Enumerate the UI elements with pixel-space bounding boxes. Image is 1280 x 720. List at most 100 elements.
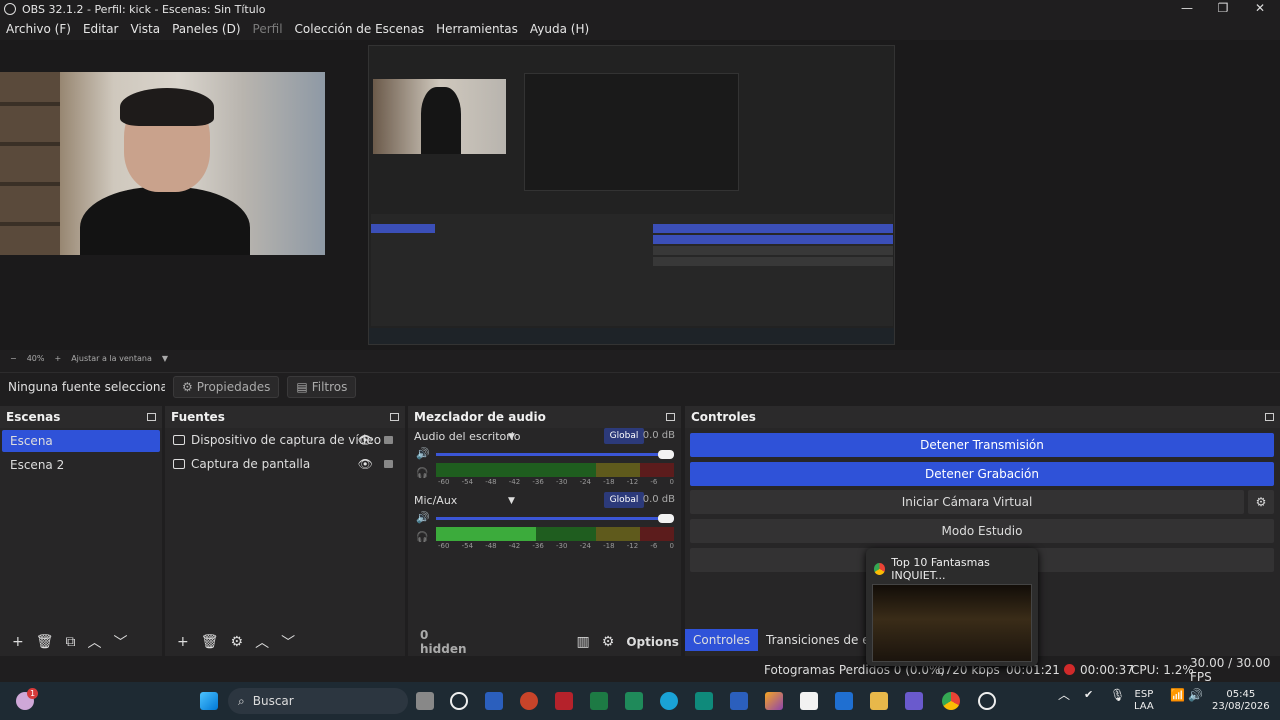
taskbar-preview-popup[interactable]: Top 10 Fantasmas INQUIET... bbox=[866, 548, 1038, 666]
edge-icon[interactable] bbox=[660, 692, 678, 710]
popout-icon[interactable] bbox=[666, 413, 675, 421]
task-view-icon[interactable] bbox=[416, 692, 434, 710]
lock-icon[interactable] bbox=[384, 436, 393, 444]
excel-icon[interactable] bbox=[590, 692, 608, 710]
chevron-down-icon[interactable]: ▼ bbox=[508, 432, 515, 442]
gear-icon[interactable]: ⚙ bbox=[1248, 490, 1274, 514]
start-virtual-camera-button[interactable]: Iniciar Cámara Virtual bbox=[690, 490, 1244, 514]
add-icon[interactable]: + bbox=[177, 634, 189, 650]
add-icon[interactable]: + bbox=[12, 634, 24, 650]
copilot-icon[interactable] bbox=[765, 692, 783, 710]
move-down-icon[interactable]: ﹀ bbox=[281, 632, 295, 652]
popout-icon[interactable] bbox=[390, 413, 399, 421]
acrobat-icon[interactable] bbox=[555, 692, 573, 710]
trash-icon[interactable]: 🗑 bbox=[36, 634, 54, 650]
zoom-in-button[interactable]: + bbox=[54, 354, 61, 363]
chrome-icon[interactable] bbox=[942, 692, 960, 710]
layout-icon[interactable]: ▥ bbox=[577, 634, 590, 650]
volume-slider[interactable] bbox=[436, 517, 674, 520]
filter-icon[interactable]: ⧉ bbox=[66, 634, 76, 650]
popout-icon[interactable] bbox=[1265, 413, 1274, 421]
lock-icon[interactable] bbox=[384, 460, 393, 468]
speaker-icon[interactable]: 🔊 bbox=[416, 511, 430, 524]
move-down-icon[interactable]: ﹀ bbox=[114, 632, 128, 652]
level-meter bbox=[436, 527, 674, 541]
store-icon[interactable] bbox=[800, 692, 818, 710]
volume-slider-handle[interactable] bbox=[658, 450, 674, 459]
settings-icon[interactable]: ⚙ bbox=[602, 634, 615, 650]
menu-herramientas[interactable]: Herramientas bbox=[436, 22, 518, 36]
folder-icon[interactable] bbox=[870, 692, 888, 710]
chevron-up-icon[interactable]: ︿ bbox=[1058, 689, 1070, 701]
status-bar: Fotogramas Perdidos 0 (0.0%) 6720 kbps 0… bbox=[0, 656, 1280, 684]
outlook-icon[interactable] bbox=[835, 692, 853, 710]
taskbar-search[interactable]: ⌕ Buscar bbox=[228, 688, 408, 714]
headphones-icon[interactable]: 🎧 bbox=[416, 468, 428, 479]
publisher-icon[interactable] bbox=[695, 692, 713, 710]
properties-button[interactable]: ⚙ Propiedades bbox=[173, 375, 280, 398]
minimize-button[interactable]: — bbox=[1169, 0, 1205, 18]
eye-icon[interactable]: 👁 bbox=[358, 433, 373, 447]
visio-icon[interactable] bbox=[730, 692, 748, 710]
word-icon[interactable] bbox=[485, 692, 503, 710]
zoom-out-button[interactable]: − bbox=[10, 354, 17, 363]
move-up-icon[interactable]: ︿ bbox=[88, 632, 102, 652]
studio-mode-button[interactable]: Modo Estudio bbox=[690, 519, 1274, 543]
source-item[interactable]: Dispositivo de captura de vídeo 👁 bbox=[165, 428, 405, 452]
source-item[interactable]: Captura de pantalla 👁 bbox=[165, 452, 405, 476]
eye-icon[interactable]: 👁 bbox=[358, 457, 373, 471]
popout-icon[interactable] bbox=[147, 413, 156, 421]
filters-button[interactable]: ▤ Filtros bbox=[287, 375, 357, 398]
tab-controles[interactable]: Controles bbox=[685, 629, 759, 651]
microphone-icon[interactable]: 🎙 bbox=[1110, 689, 1125, 701]
volume-slider[interactable] bbox=[436, 453, 674, 456]
menu-ayuda[interactable]: Ayuda (H) bbox=[530, 22, 589, 36]
selected-source-label: Ninguna fuente seleccionada bbox=[8, 379, 165, 394]
menu-editar[interactable]: Editar bbox=[83, 22, 119, 36]
channel-mode-button[interactable]: Global bbox=[604, 428, 644, 444]
scale-label: -36 bbox=[532, 478, 544, 486]
options-button[interactable]: Options bbox=[626, 635, 679, 649]
stop-recording-button[interactable]: Detener Grabación bbox=[690, 462, 1274, 486]
window-thumbnail[interactable] bbox=[872, 584, 1032, 662]
chevron-down-icon[interactable]: ▼ bbox=[162, 354, 168, 363]
headphones-icon[interactable]: 🎧 bbox=[416, 532, 428, 543]
chrome-icon bbox=[874, 563, 886, 575]
tray-icon[interactable]: ✔ bbox=[1084, 689, 1093, 701]
powerpoint-icon[interactable] bbox=[520, 692, 538, 710]
meter-scale: -60 -54 -48 -42 -36 -30 -24 -18 -12 -6 0 bbox=[438, 542, 674, 550]
chevron-down-icon[interactable]: ▼ bbox=[508, 496, 515, 506]
scene-item[interactable]: Escena bbox=[2, 430, 160, 452]
language-indicator[interactable]: ESP LAA bbox=[1134, 689, 1154, 713]
clock[interactable]: 05:45 23/08/2026 bbox=[1212, 689, 1270, 713]
menu-paneles[interactable]: Paneles (D) bbox=[172, 22, 240, 36]
close-button[interactable]: ✕ bbox=[1242, 0, 1278, 18]
scenes-toolbar: + 🗑 ⧉ ︿ ﹀ bbox=[0, 628, 162, 656]
controls-title: Controles bbox=[691, 410, 756, 424]
teams-icon[interactable] bbox=[905, 692, 923, 710]
obs-taskbar-icon-2[interactable] bbox=[978, 692, 996, 710]
project-icon[interactable] bbox=[625, 692, 643, 710]
scene-item[interactable]: Escena 2 bbox=[2, 454, 160, 476]
gear-icon[interactable]: ⚙ bbox=[231, 634, 244, 650]
menu-archivo[interactable]: Archivo (F) bbox=[6, 22, 71, 36]
cpu-usage: CPU: 1.2% bbox=[1131, 663, 1194, 677]
filter-icon: ▤ bbox=[296, 379, 308, 394]
volume-icon[interactable]: 🔊 bbox=[1188, 689, 1203, 701]
wifi-icon[interactable]: 📶 bbox=[1170, 689, 1185, 701]
zoom-fit-select[interactable]: Ajustar a la ventana bbox=[71, 354, 152, 363]
menu-vista[interactable]: Vista bbox=[130, 22, 160, 36]
move-up-icon[interactable]: ︿ bbox=[255, 632, 269, 652]
trash-icon[interactable]: 🗑 bbox=[201, 634, 219, 650]
stop-streaming-button[interactable]: Detener Transmisión bbox=[690, 433, 1274, 457]
menu-perfil[interactable]: Perfil bbox=[253, 22, 283, 36]
obs-taskbar-icon[interactable] bbox=[450, 692, 468, 710]
mixer-title: Mezclador de audio bbox=[414, 410, 546, 424]
windows-start-icon[interactable] bbox=[200, 692, 218, 710]
maximize-button[interactable]: ❐ bbox=[1205, 0, 1241, 18]
speaker-icon[interactable]: 🔊 bbox=[416, 447, 430, 460]
scale-label: -30 bbox=[555, 542, 568, 550]
channel-mode-button[interactable]: Global bbox=[604, 492, 644, 508]
volume-slider-handle[interactable] bbox=[658, 514, 674, 523]
menu-coleccion-escenas[interactable]: Colección de Escenas bbox=[295, 22, 425, 36]
